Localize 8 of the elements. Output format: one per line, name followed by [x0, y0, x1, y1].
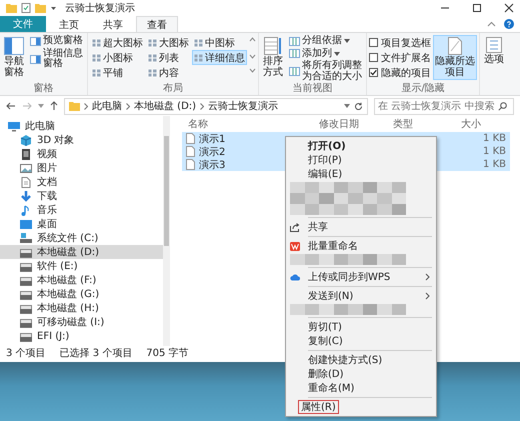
status-text: 已选择 3 个项目: [60, 346, 132, 360]
window-title: 云骑士恢复演示: [65, 2, 135, 14]
group-label: 显示/隐藏: [400, 83, 446, 95]
status-text: 3 个项目: [6, 347, 46, 360]
group-label: 布局: [162, 83, 184, 95]
group-label: 当前视图: [292, 83, 334, 95]
group-label: 窗格: [32, 83, 54, 95]
status-text: 705 字节: [146, 346, 189, 360]
